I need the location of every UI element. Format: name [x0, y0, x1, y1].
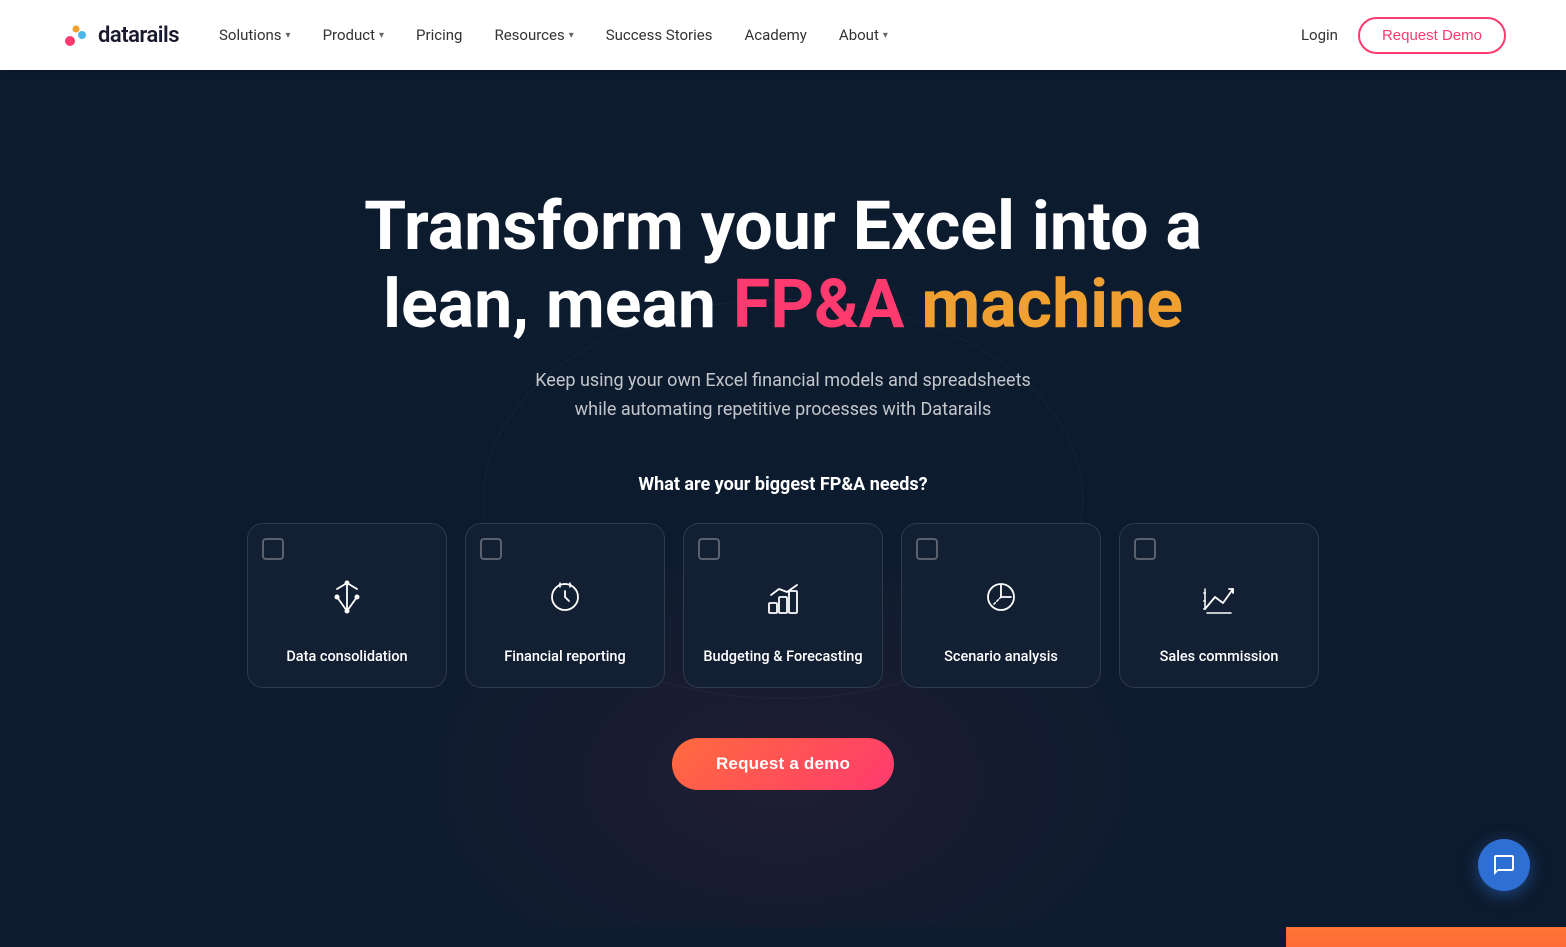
card-label-sales: Sales commission [1136, 647, 1302, 671]
nav-item-success-stories[interactable]: Success Stories [606, 26, 713, 44]
chat-button[interactable] [1478, 839, 1530, 891]
logo-icon [60, 19, 92, 51]
card-icon-area-budgeting [700, 540, 866, 647]
reporting-icon [543, 575, 587, 619]
card-label-budgeting: Budgeting & Forecasting [700, 647, 866, 671]
card-icon-area-reporting [482, 540, 648, 647]
navbar: datarails Solutions ▾ Product ▾ Pricing … [0, 0, 1566, 70]
card-icon-area-sales [1136, 540, 1302, 647]
hero-section: Transform your Excel into a lean, mean F… [0, 70, 1566, 927]
nav-item-product[interactable]: Product ▾ [323, 26, 384, 44]
card-financial-reporting[interactable]: Financial reporting [465, 523, 665, 688]
card-data-consolidation[interactable]: Data consolidation [247, 523, 447, 688]
nav-item-pricing[interactable]: Pricing [416, 26, 462, 44]
sales-icon [1197, 575, 1241, 619]
hero-title: Transform your Excel into a lean, mean F… [364, 187, 1202, 343]
consolidation-icon [325, 575, 369, 619]
card-checkbox-reporting[interactable] [480, 538, 502, 560]
request-demo-hero-button[interactable]: Request a demo [672, 738, 894, 790]
card-checkbox-budgeting[interactable] [698, 538, 720, 560]
card-sales-commission[interactable]: Sales commission [1119, 523, 1319, 688]
hero-subtitle: Keep using your own Excel financial mode… [535, 367, 1031, 425]
card-checkbox-consolidation[interactable] [262, 538, 284, 560]
card-checkbox-scenario[interactable] [916, 538, 938, 560]
chevron-down-icon: ▾ [569, 30, 574, 41]
login-button[interactable]: Login [1301, 26, 1338, 44]
nav-item-solutions[interactable]: Solutions ▾ [219, 26, 291, 44]
chevron-down-icon: ▾ [883, 30, 888, 41]
card-icon-area-consolidation [264, 540, 430, 647]
hero-title-fpa: FP&A [733, 264, 905, 344]
request-demo-button[interactable]: Request Demo [1358, 17, 1506, 54]
nav-item-academy[interactable]: Academy [744, 26, 806, 44]
nav-links: Solutions ▾ Product ▾ Pricing Resources … [219, 26, 1301, 44]
card-icon-area-scenario [918, 540, 1084, 647]
card-scenario-analysis[interactable]: Scenario analysis [901, 523, 1101, 688]
card-checkbox-sales[interactable] [1134, 538, 1156, 560]
nav-item-resources[interactable]: Resources ▾ [494, 26, 573, 44]
nav-item-about[interactable]: About ▾ [839, 26, 888, 44]
fpa-cards-row: Data consolidation Financial reporting [247, 523, 1319, 688]
budgeting-icon [761, 575, 805, 619]
fpa-question: What are your biggest FP&A needs? [638, 474, 927, 495]
logo[interactable]: datarails [60, 19, 179, 51]
hero-title-machine: machine [921, 264, 1183, 344]
card-label-reporting: Financial reporting [482, 647, 648, 671]
card-label-scenario: Scenario analysis [918, 647, 1084, 671]
logo-text: datarails [98, 23, 179, 48]
scenario-icon [979, 575, 1023, 619]
chevron-down-icon: ▾ [379, 30, 384, 41]
card-budgeting-forecasting[interactable]: Budgeting & Forecasting [683, 523, 883, 688]
card-label-consolidation: Data consolidation [264, 647, 430, 671]
chevron-down-icon: ▾ [286, 30, 291, 41]
chat-icon [1492, 853, 1516, 877]
nav-right: Login Request Demo [1301, 17, 1506, 54]
